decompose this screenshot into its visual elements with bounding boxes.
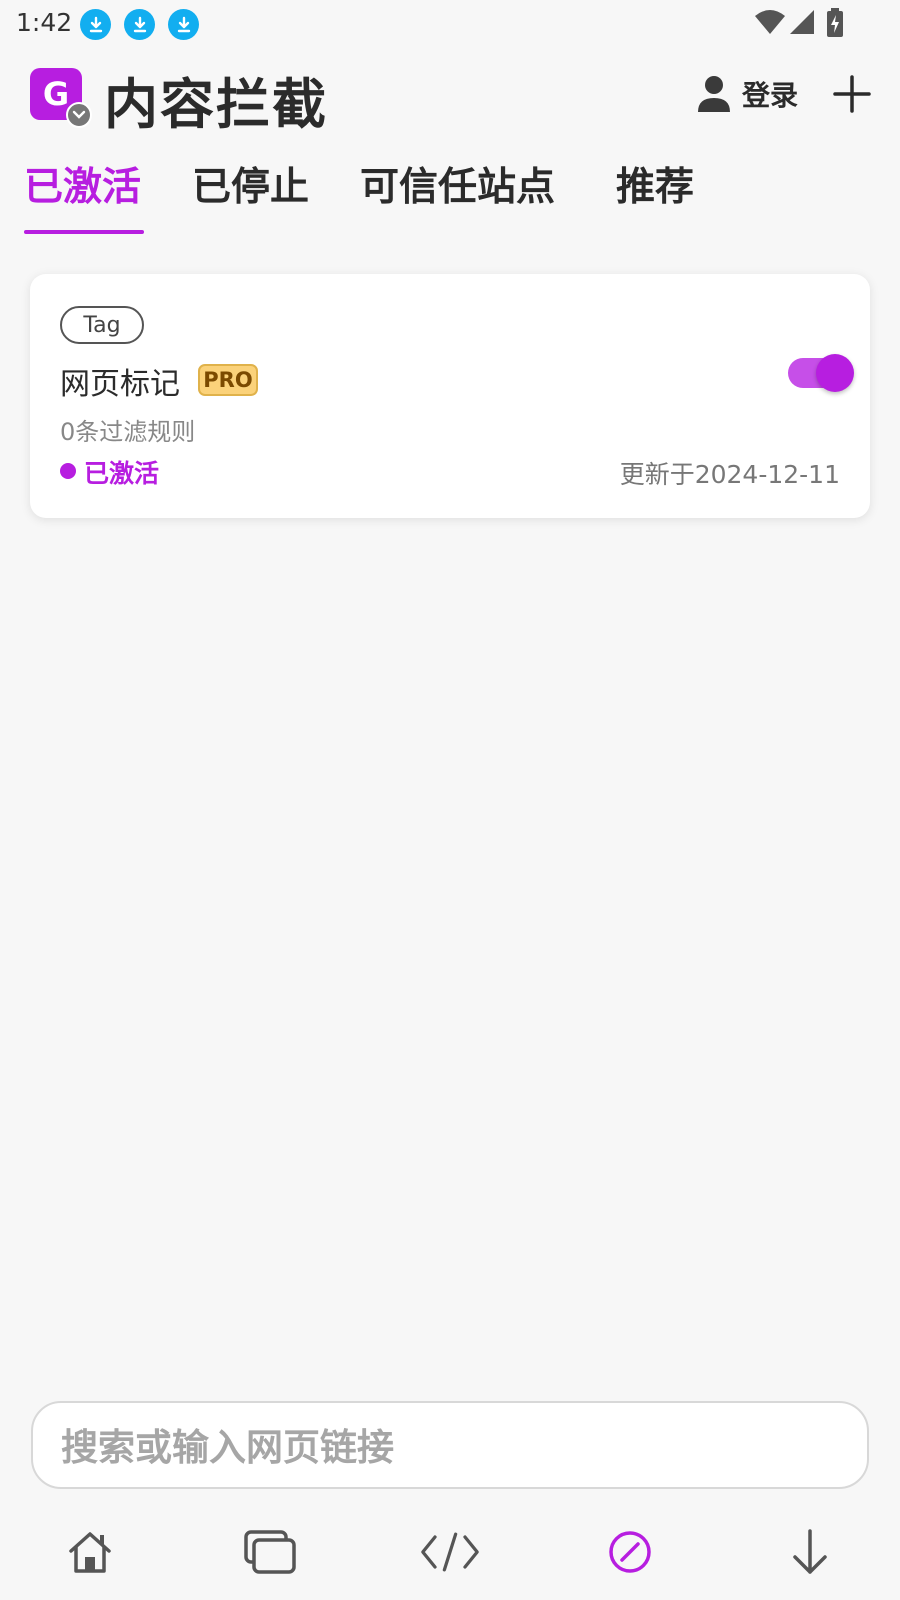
page-title: 内容拦截 [104,73,328,136]
filter-title: 网页标记 [60,367,180,402]
home-icon [69,1532,111,1573]
download-icon [80,9,111,40]
tab-bar: 已激活 已停止 可信任站点 推荐 [0,156,900,236]
filter-card[interactable]: Tag 网页标记 PRO 0条过滤规则 已激活 更新于2024-12-11 [30,274,870,518]
tabs-icon [244,1530,296,1574]
status-time: 1:42 [16,8,73,37]
add-button[interactable] [828,70,876,118]
nav-home-button[interactable] [60,1522,120,1582]
block-icon [609,1531,651,1573]
chevron-down-icon[interactable] [66,102,92,128]
battery-charging-icon [827,8,843,37]
search-bar[interactable] [31,1401,869,1489]
toggle-knob [816,354,854,392]
download-icon [124,9,155,40]
status-badge: 已激活 [84,459,160,488]
tab-recommended[interactable]: 推荐 [616,156,694,236]
active-tab-indicator [24,230,144,234]
download-icon [168,9,199,40]
wifi-icon [755,10,785,34]
rule-count: 0条过滤规则 [60,418,196,446]
user-icon [698,76,730,112]
status-dot [60,463,76,479]
tab-trusted-sites[interactable]: 可信任站点 [360,156,555,236]
nav-download-button[interactable] [780,1522,840,1582]
search-input[interactable] [61,1419,841,1475]
code-icon [421,1532,479,1572]
download-arrow-icon [793,1529,827,1574]
login-label: 登录 [742,79,799,112]
tag-chip: Tag [60,306,144,344]
cell-signal-icon [790,10,814,34]
login-button[interactable]: 登录 [696,70,798,118]
tab-stopped[interactable]: 已停止 [192,156,309,236]
nav-block-button[interactable] [600,1522,660,1582]
pro-badge: PRO [198,364,258,396]
status-bar: 1:42 [0,0,900,48]
nav-tabs-button[interactable] [240,1522,300,1582]
bottom-nav [0,1512,900,1600]
tab-activated[interactable]: 已激活 [24,156,141,236]
app-logo-letter: G [42,75,70,113]
plus-icon [833,75,871,113]
updated-date: 更新于2024-12-11 [619,460,840,489]
enable-toggle[interactable] [788,354,854,392]
nav-code-button[interactable] [420,1522,480,1582]
